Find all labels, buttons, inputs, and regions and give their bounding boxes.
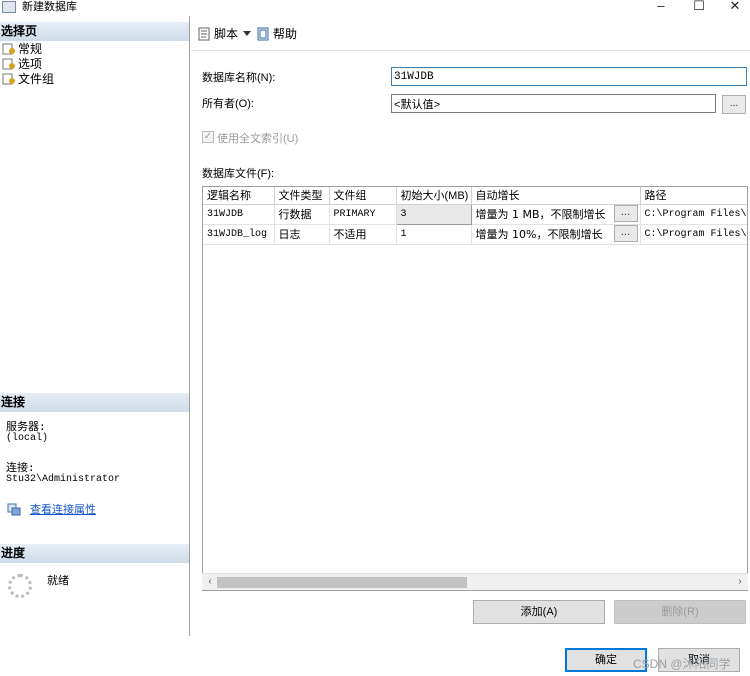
grid-horizontal-scrollbar[interactable]: ‹ › — [202, 573, 748, 590]
cell-logical-name[interactable]: 31WJDB_log — [203, 224, 275, 245]
select-page-header: 选择页 — [0, 22, 189, 41]
cell-path[interactable]: C:\Program Files\Microsoft — [640, 224, 747, 245]
help-button[interactable]: 帮助 — [256, 26, 297, 42]
minimize-button[interactable]: – — [646, 0, 676, 14]
left-panel: 选择页 常规 选项 文件组 连接 服务器: (local) 连接: Stu32\… — [0, 16, 190, 636]
database-icon — [2, 1, 16, 13]
col-header-autogrowth[interactable]: 自动增长 — [471, 187, 641, 205]
toolbar-divider — [191, 50, 750, 51]
db-files-grid[interactable]: 逻辑名称 文件类型 文件组 初始大小(MB) 自动增长 路径 31WJDB 行数… — [202, 186, 748, 591]
watermark: CSDN @沐阳同学 — [633, 657, 731, 671]
script-button[interactable]: 脚本 — [197, 26, 238, 42]
page-item-general[interactable]: 常规 — [2, 42, 42, 56]
page-icon — [2, 43, 15, 55]
cell-autogrowth[interactable]: 增量为 10%，不限制增长 ... — [471, 224, 641, 245]
grid-header-row: 逻辑名称 文件类型 文件组 初始大小(MB) 自动增长 路径 — [203, 187, 747, 205]
script-icon — [198, 27, 210, 41]
toolbar: 脚本 帮助 — [191, 20, 750, 44]
cell-file-type[interactable]: 日志 — [274, 224, 330, 245]
connection-properties-icon — [7, 503, 21, 516]
db-name-label: 数据库名称(N): — [202, 72, 276, 84]
db-files-label: 数据库文件(F): — [202, 168, 275, 180]
fulltext-checkbox[interactable]: ✓ — [202, 131, 214, 143]
add-button[interactable]: 添加(A) — [473, 600, 605, 624]
cell-path[interactable]: C:\Program Files\Microsoft — [640, 204, 747, 225]
title-bar: 新建数据库 – ☐ ✕ — [0, 0, 750, 16]
main-panel: 脚本 帮助 数据库名称(N): 所有者(O): ... ✓ 使用全文索引(U) … — [191, 16, 750, 636]
server-label: 服务器: — [6, 420, 46, 433]
close-button[interactable]: ✕ — [720, 0, 750, 14]
page-icon — [2, 58, 15, 70]
col-header-filegroup[interactable]: 文件组 — [329, 187, 397, 205]
autogrowth-browse-button[interactable]: ... — [613, 224, 638, 242]
page-item-label: 常规 — [18, 42, 43, 56]
owner-input[interactable] — [391, 94, 716, 113]
table-row[interactable]: 31WJDB_log 日志 不适用 1 增量为 10%，不限制增长 ... C:… — [203, 224, 747, 245]
page-icon — [2, 73, 15, 85]
connection-header: 连接 — [0, 393, 189, 412]
cell-file-type[interactable]: 行数据 — [274, 204, 330, 225]
progress-header: 进度 — [0, 544, 189, 563]
scroll-left-icon[interactable]: ‹ — [203, 576, 217, 588]
owner-browse-button[interactable]: ... — [722, 95, 746, 114]
table-row[interactable]: 31WJDB 行数据 PRIMARY 3 增量为 1 MB，不限制增长 ... … — [203, 203, 747, 225]
col-header-file-type[interactable]: 文件类型 — [274, 187, 330, 205]
fulltext-label: 使用全文索引(U) — [217, 133, 299, 145]
connection-value: Stu32\Administrator — [6, 474, 121, 485]
progress-status: 就绪 — [47, 575, 69, 587]
autogrowth-text: 增量为 10%，不限制增长 — [475, 228, 603, 241]
server-value: (local) — [6, 433, 49, 444]
window-title: 新建数据库 — [22, 1, 77, 13]
col-header-path[interactable]: 路径 — [640, 187, 747, 205]
view-connection-properties-link[interactable]: 查看连接属性 — [30, 501, 96, 517]
owner-label: 所有者(O): — [202, 98, 254, 110]
cell-filegroup[interactable]: 不适用 — [329, 224, 397, 245]
cell-logical-name[interactable]: 31WJDB — [203, 204, 275, 225]
help-icon — [257, 27, 269, 41]
col-header-initial-size[interactable]: 初始大小(MB) — [396, 187, 472, 205]
db-name-input[interactable] — [391, 67, 747, 86]
script-dropdown-icon[interactable] — [243, 31, 251, 36]
script-label: 脚本 — [214, 27, 239, 41]
help-label: 帮助 — [273, 27, 298, 41]
page-item-options[interactable]: 选项 — [2, 57, 42, 71]
scroll-right-icon[interactable]: › — [733, 576, 747, 588]
scrollbar-thumb[interactable] — [217, 577, 467, 588]
remove-button[interactable]: 删除(R) — [614, 600, 746, 624]
cell-autogrowth[interactable]: 增量为 1 MB，不限制增长 ... — [471, 204, 641, 225]
page-item-label: 文件组 — [18, 72, 55, 86]
cell-filegroup[interactable]: PRIMARY — [329, 204, 397, 225]
page-item-filegroups[interactable]: 文件组 — [2, 72, 54, 86]
connection-label: 连接: — [6, 461, 35, 474]
autogrowth-text: 增量为 1 MB，不限制增长 — [475, 208, 606, 221]
page-item-label: 选项 — [18, 57, 43, 71]
cell-initial-size[interactable]: 1 — [396, 224, 472, 245]
progress-spinner-icon — [8, 574, 32, 598]
cell-initial-size[interactable]: 3 — [395, 203, 472, 225]
maximize-button[interactable]: ☐ — [684, 0, 714, 14]
col-header-logical-name[interactable]: 逻辑名称 — [203, 187, 275, 205]
autogrowth-browse-button[interactable]: ... — [613, 204, 638, 222]
